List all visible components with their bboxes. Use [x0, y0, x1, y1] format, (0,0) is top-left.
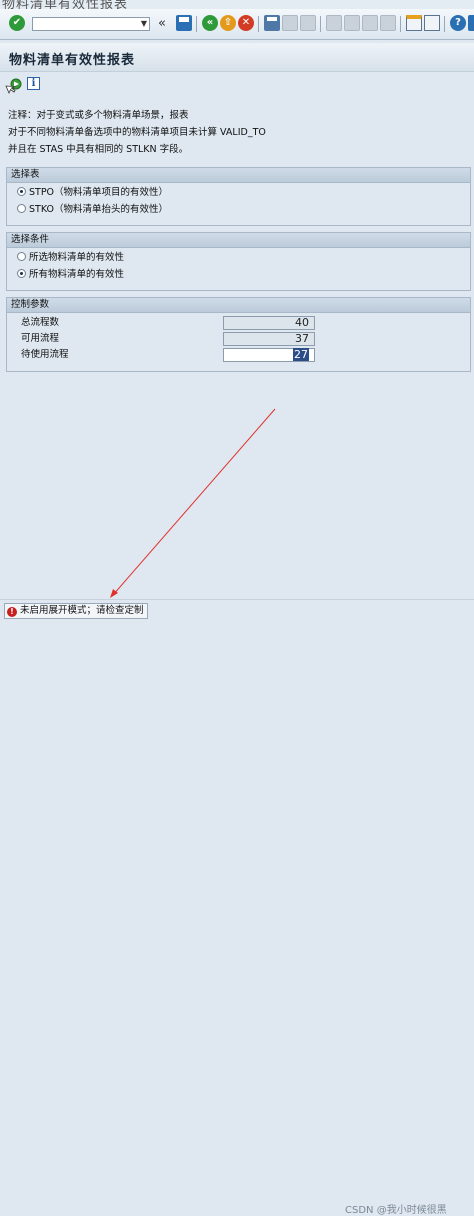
status-bar: ! 未启用展开模式；请检查定制 CSDN @我小时候很黑 [0, 599, 474, 1216]
annotation-arrow [110, 408, 276, 598]
status-message[interactable]: ! 未启用展开模式；请检查定制 [4, 603, 148, 619]
status-text: 未启用展开模式；请检查定制 [20, 605, 144, 616]
error-icon: ! [7, 607, 17, 617]
watermark: CSDN @我小时候很黑 [345, 1205, 447, 1216]
